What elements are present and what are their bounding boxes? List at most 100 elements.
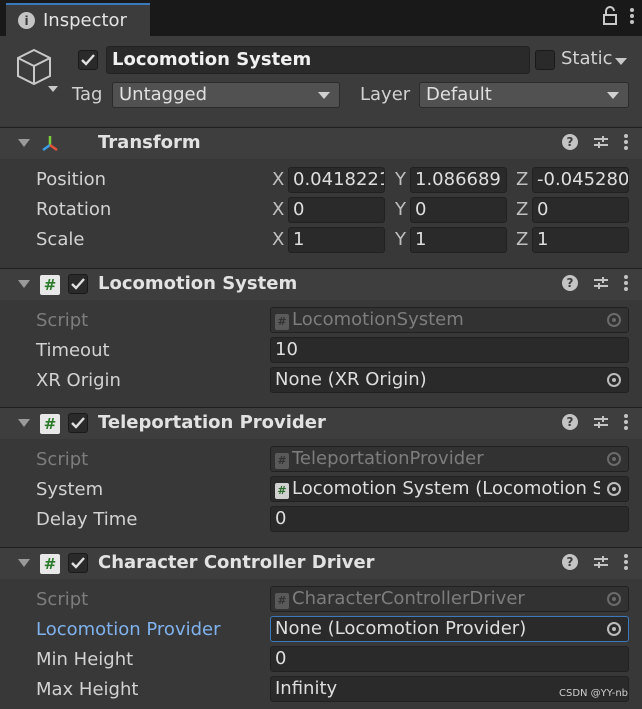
position-label: Position xyxy=(36,169,107,190)
component-title: Character Controller Driver xyxy=(98,552,375,573)
xr-origin-field[interactable]: None (XR Origin) xyxy=(270,367,629,393)
foldout-arrow-icon[interactable] xyxy=(18,419,30,427)
script-icon: # xyxy=(275,483,289,499)
scale-z-input[interactable]: 1 xyxy=(532,227,629,253)
xr-origin-label: XR Origin xyxy=(36,370,121,391)
help-icon[interactable]: ? xyxy=(562,554,578,570)
presets-icon[interactable] xyxy=(593,554,609,570)
tab-menu-icon[interactable] xyxy=(630,8,634,24)
tag-dropdown[interactable]: Untagged xyxy=(112,82,340,108)
chevron-down-icon xyxy=(607,92,619,99)
scale-label: Scale xyxy=(36,229,85,250)
scale-y-input[interactable]: 1 xyxy=(410,227,507,253)
presets-icon[interactable] xyxy=(593,134,609,150)
script-field: # CharacterControllerDriver xyxy=(270,586,629,612)
foldout-arrow-icon[interactable] xyxy=(18,559,30,567)
layer-label: Layer xyxy=(360,84,411,105)
axis-x-label: X xyxy=(272,229,285,250)
axis-y-label: Y xyxy=(395,229,406,250)
delay-time-input[interactable]: 0 xyxy=(270,506,629,532)
script-icon: # xyxy=(275,453,289,469)
component-enabled-checkbox[interactable] xyxy=(68,413,88,433)
transform-axes-icon xyxy=(42,136,58,152)
rotation-z-input[interactable]: 0 xyxy=(532,197,629,223)
presets-icon[interactable] xyxy=(593,414,609,430)
locomotion-system-header[interactable]: # Locomotion System ? xyxy=(0,268,642,300)
max-height-label: Max Height xyxy=(36,679,139,700)
system-value: Locomotion System (Locomotion Sy xyxy=(292,478,615,499)
object-name-input[interactable]: Locomotion System xyxy=(106,46,530,74)
locomotion-provider-field[interactable]: None (Locomotion Provider) xyxy=(270,616,629,642)
system-field[interactable]: # Locomotion System (Locomotion Sy xyxy=(270,476,629,502)
component-menu-icon[interactable] xyxy=(624,275,628,291)
script-icon: # xyxy=(40,275,60,295)
script-icon: # xyxy=(40,554,60,574)
static-checkbox[interactable] xyxy=(535,50,555,70)
script-icon: # xyxy=(275,593,289,609)
component-enabled-checkbox[interactable] xyxy=(68,553,88,573)
locomotion-provider-value: None (Locomotion Provider) xyxy=(275,618,527,639)
min-height-input[interactable]: 0 xyxy=(270,646,629,672)
axis-y-label: Y xyxy=(395,169,406,190)
tab-inspector[interactable]: i Inspector xyxy=(6,3,150,36)
delay-time-label: Delay Time xyxy=(36,509,138,530)
tag-label: Tag xyxy=(72,84,103,105)
gameobject-cube-icon[interactable] xyxy=(14,46,60,92)
layer-value: Default xyxy=(426,84,492,105)
help-icon[interactable]: ? xyxy=(562,134,578,150)
object-picker-icon xyxy=(607,592,621,606)
object-picker-icon xyxy=(607,452,621,466)
tag-value: Untagged xyxy=(119,84,208,105)
position-x-input[interactable]: 0.0418221 xyxy=(288,167,385,193)
object-picker-button[interactable] xyxy=(600,477,628,501)
component-title: Transform xyxy=(98,132,201,153)
component-menu-icon[interactable] xyxy=(624,134,628,150)
object-picker-icon xyxy=(607,482,621,496)
locomotion-provider-label: Locomotion Provider xyxy=(36,619,221,640)
timeout-label: Timeout xyxy=(36,340,110,361)
timeout-input[interactable]: 10 xyxy=(270,337,629,363)
script-label: Script xyxy=(36,449,89,470)
rotation-y-input[interactable]: 0 xyxy=(410,197,507,223)
object-picker-icon[interactable] xyxy=(607,373,621,387)
axis-z-label: Z xyxy=(516,229,529,250)
object-picker-icon[interactable] xyxy=(607,622,621,636)
component-enabled-checkbox[interactable] xyxy=(68,274,88,294)
help-icon[interactable]: ? xyxy=(562,275,578,291)
character-controller-driver-header[interactable]: # Character Controller Driver ? xyxy=(0,547,642,579)
script-field: # LocomotionSystem xyxy=(270,307,629,333)
info-icon: i xyxy=(18,12,35,29)
script-icon: # xyxy=(40,414,60,434)
position-z-input[interactable]: -0.045280 xyxy=(532,167,629,193)
object-picker-icon xyxy=(607,313,621,327)
tab-bar: i Inspector xyxy=(0,0,642,36)
component-title: Teleportation Provider xyxy=(98,412,326,433)
watermark: CSDN @YY-nb xyxy=(558,688,628,699)
component-buttons: ? xyxy=(562,554,628,570)
script-label: Script xyxy=(36,310,89,331)
layer-dropdown[interactable]: Default xyxy=(419,82,629,108)
scale-x-input[interactable]: 1 xyxy=(288,227,385,253)
help-icon[interactable]: ? xyxy=(562,414,578,430)
active-checkbox[interactable] xyxy=(78,50,98,70)
presets-icon[interactable] xyxy=(593,275,609,291)
checkmark-icon xyxy=(81,54,95,66)
static-label: Static xyxy=(561,48,613,69)
axis-x-label: X xyxy=(272,169,285,190)
foldout-arrow-icon[interactable] xyxy=(18,139,30,147)
tab-label: Inspector xyxy=(43,10,127,31)
rotation-x-input[interactable]: 0 xyxy=(288,197,385,223)
transform-header[interactable]: Transform ? xyxy=(0,127,642,159)
component-menu-icon[interactable] xyxy=(624,554,628,570)
lock-icon[interactable] xyxy=(602,6,618,26)
script-field: # TeleportationProvider xyxy=(270,446,629,472)
component-buttons: ? xyxy=(562,414,628,430)
tab-bar-controls xyxy=(602,6,634,26)
static-dropdown-icon[interactable] xyxy=(615,58,627,65)
system-label: System xyxy=(36,479,104,500)
foldout-arrow-icon[interactable] xyxy=(18,280,30,288)
position-y-input[interactable]: 1.086689 xyxy=(410,167,507,193)
component-menu-icon[interactable] xyxy=(624,414,628,430)
checkmark-icon xyxy=(71,417,85,429)
teleportation-provider-header[interactable]: # Teleportation Provider ? xyxy=(0,407,642,439)
